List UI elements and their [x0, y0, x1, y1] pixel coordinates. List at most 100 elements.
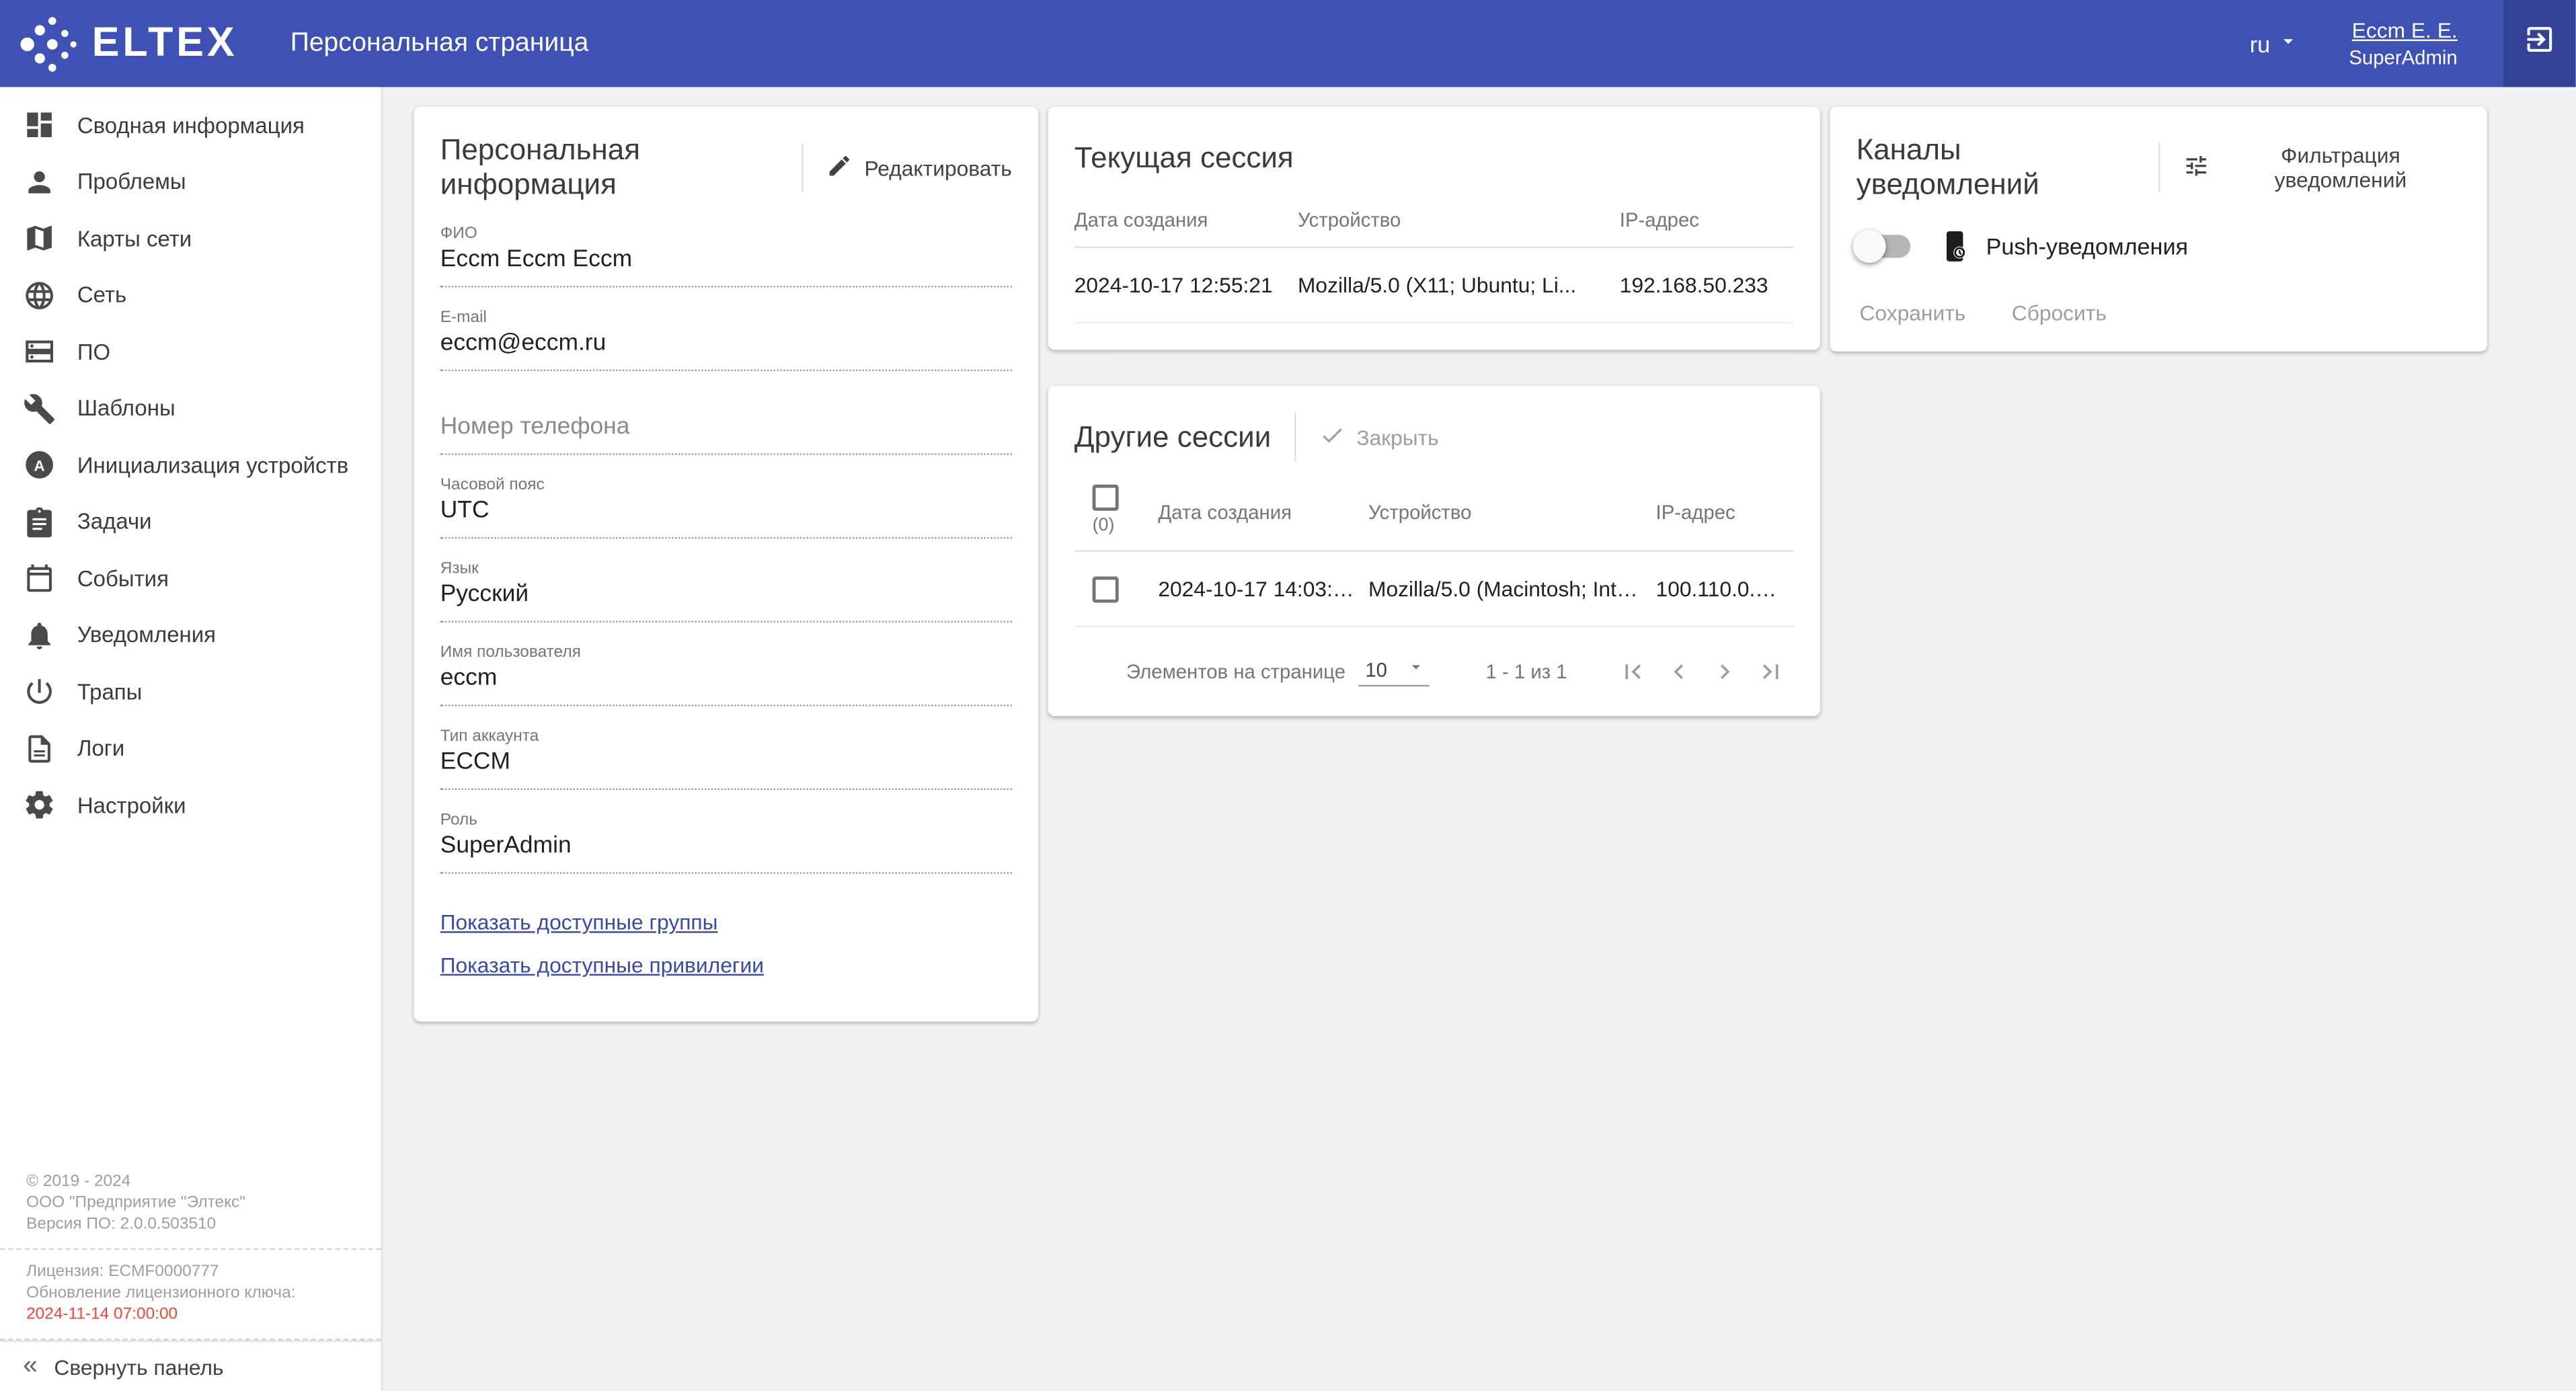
- storage-icon: [23, 335, 56, 368]
- push-label: Push-уведомления: [1986, 233, 2188, 260]
- user-menu[interactable]: Eccm E. E. SuperAdmin: [2349, 18, 2457, 69]
- brand-text: ELTEX: [92, 19, 238, 67]
- svg-text:A: A: [34, 458, 45, 475]
- notification-channels-title: Каналы уведомлений: [1857, 133, 2136, 202]
- gear-icon: [23, 789, 56, 822]
- language-selector[interactable]: ru: [2250, 30, 2300, 58]
- items-per-page-select[interactable]: 10: [1359, 657, 1430, 686]
- other-sessions-title: Другие сессии: [1075, 420, 1272, 454]
- next-page-button[interactable]: [1702, 653, 1748, 690]
- prev-page-button[interactable]: [1656, 653, 1702, 690]
- push-toggle[interactable]: [1857, 235, 1911, 257]
- row-checkbox[interactable]: [1093, 575, 1119, 602]
- sidebar-item-templates[interactable]: Шаблоны: [0, 381, 381, 437]
- log-file-icon: [23, 732, 56, 765]
- personal-info-card: Персональная информация Редактировать ФИ…: [414, 107, 1038, 1022]
- other-sessions-table: (0) Дата создания Устройство IP-адрес 20…: [1075, 471, 1794, 627]
- column-header: Дата создания: [1075, 192, 1298, 247]
- show-groups-link[interactable]: Показать доступные группы: [440, 912, 718, 933]
- column-header: Устройство: [1298, 192, 1620, 247]
- divider: [802, 143, 804, 192]
- topbar-right: ru Eccm E. E. SuperAdmin: [2250, 0, 2576, 87]
- page-range: 1 - 1 из 1: [1486, 660, 1567, 683]
- sidebar-footer: © 2019 - 2024 ООО "Предприятие "Элтекс" …: [0, 1160, 381, 1341]
- sidebar-item-tasks[interactable]: Задачи: [0, 493, 381, 550]
- license-text: Лицензия: ECMF0000777: [26, 1261, 355, 1283]
- current-session-card: Текущая сессия Дата создания Устройство …: [1048, 107, 1820, 350]
- session-ip: 100.110.0.168: [1656, 576, 1794, 601]
- last-page-button[interactable]: [1748, 653, 1793, 690]
- column-header: IP-адрес: [1620, 192, 1794, 247]
- check-icon: [1319, 422, 1345, 452]
- power-icon: [23, 676, 56, 709]
- sidebar-item-logs[interactable]: Логи: [0, 720, 381, 777]
- divider: [2158, 143, 2160, 192]
- sidebar-item-problems[interactable]: Проблемы: [0, 153, 381, 210]
- sidebar-item-network[interactable]: Сеть: [0, 267, 381, 323]
- logout-icon: [2523, 23, 2556, 64]
- collapse-panel-button[interactable]: « Свернуть панель: [0, 1340, 381, 1391]
- session-device: Mozilla/5.0 (Macintosh; Inte...: [1368, 576, 1656, 601]
- divider: [1294, 412, 1296, 461]
- field-role: Роль SuperAdmin: [440, 811, 1012, 874]
- select-all-checkbox[interactable]: [1093, 485, 1119, 511]
- sidebar: Сводная информация Проблемы Карты сети С…: [0, 87, 383, 1391]
- first-page-icon: [1618, 657, 1647, 686]
- session-date: 2024-10-17 14:03:29: [1158, 576, 1368, 601]
- notification-filter-button[interactable]: Фильтрация уведомлений: [2183, 143, 2460, 192]
- reset-button[interactable]: Сбросить: [2012, 301, 2107, 325]
- logout-button[interactable]: [2503, 0, 2575, 87]
- field-account-type: Тип аккаунта ECCM: [440, 727, 1012, 790]
- globe-icon: [23, 279, 56, 312]
- sidebar-item-events[interactable]: События: [0, 550, 381, 606]
- sidebar-item-summary[interactable]: Сводная информация: [0, 97, 381, 153]
- language-value: ru: [2250, 30, 2270, 56]
- chevron-down-icon: [1407, 657, 1426, 682]
- pencil-icon: [826, 152, 853, 183]
- current-session-title: Текущая сессия: [1075, 141, 1294, 175]
- column-header: Устройство: [1368, 485, 1656, 539]
- sidebar-item-traps[interactable]: Трапы: [0, 664, 381, 720]
- app: ELTEX Персональная страница ru Eccm E. E…: [0, 0, 2576, 1391]
- filter-tune-icon: [2183, 152, 2209, 183]
- version-text: Версия ПО: 2.0.0.503510: [26, 1214, 355, 1235]
- next-page-icon: [1710, 657, 1740, 686]
- collapse-panel-label: Свернуть панель: [54, 1354, 223, 1379]
- map-icon: [23, 222, 56, 255]
- page-title: Персональная страница: [290, 29, 589, 58]
- close-sessions-button[interactable]: Закрыть: [1319, 422, 1439, 452]
- company-text: ООО "Предприятие "Элтекс": [26, 1193, 355, 1214]
- push-notifications-row: Push-уведомления: [1857, 229, 2461, 265]
- first-page-button[interactable]: [1610, 653, 1655, 690]
- column-header: Дата создания: [1158, 485, 1368, 539]
- dashboard-icon: [23, 109, 56, 142]
- show-privileges-link[interactable]: Показать доступные привилегии: [440, 954, 764, 976]
- field-fio: ФИО Eccm Eccm Eccm: [440, 225, 1012, 288]
- user-name: Eccm E. E.: [2349, 18, 2457, 43]
- eltex-logo-mark-icon: [16, 12, 79, 75]
- chevron-down-icon: [2277, 30, 2300, 58]
- sidebar-item-software[interactable]: ПО: [0, 323, 381, 380]
- sidebar-item-settings[interactable]: Настройки: [0, 777, 381, 834]
- selected-count: (0): [1093, 516, 1115, 535]
- eltex-logo[interactable]: ELTEX: [16, 12, 237, 75]
- sessions-column: Текущая сессия Дата создания Устройство …: [1048, 107, 1820, 716]
- sidebar-item-device-init[interactable]: A Инициализация устройств: [0, 437, 381, 493]
- sidebar-item-network-maps[interactable]: Карты сети: [0, 210, 381, 267]
- field-language: Язык Русский: [440, 560, 1012, 623]
- main-content: Персональная информация Редактировать ФИ…: [383, 87, 2575, 1391]
- current-session-table: Дата создания Устройство IP-адрес 2024-1…: [1075, 192, 1794, 323]
- license-update-date: 2024-11-14 07:00:00: [26, 1304, 355, 1326]
- session-device: Mozilla/5.0 (X11; Ubuntu; Li...: [1298, 273, 1620, 298]
- license-update-label: Обновление лицензионного ключа:: [26, 1283, 355, 1304]
- save-button[interactable]: Сохранить: [1859, 301, 1965, 325]
- bell-icon: [23, 619, 56, 651]
- notification-channels-card: Каналы уведомлений Фильтрация уведомлени…: [1830, 107, 2487, 352]
- edit-button[interactable]: Редактировать: [826, 152, 1012, 183]
- sidebar-item-notifications[interactable]: Уведомления: [0, 607, 381, 664]
- sidebar-menu: Сводная информация Проблемы Карты сети С…: [0, 87, 381, 833]
- double-chevron-left-icon: «: [23, 1353, 38, 1380]
- top-header: ELTEX Персональная страница ru Eccm E. E…: [0, 0, 2576, 87]
- wrench-icon: [23, 392, 56, 425]
- table-row: 2024-10-17 12:55:21 Mozilla/5.0 (X11; Ub…: [1075, 248, 1794, 323]
